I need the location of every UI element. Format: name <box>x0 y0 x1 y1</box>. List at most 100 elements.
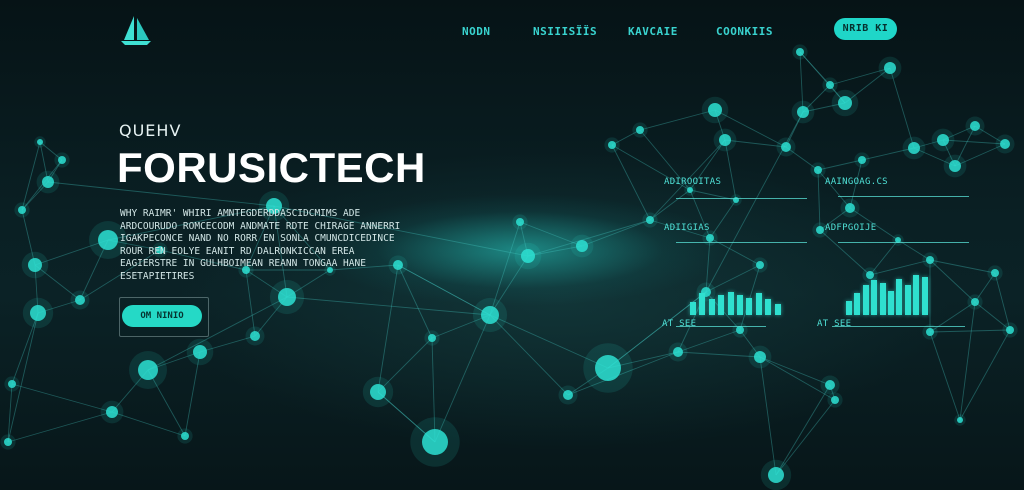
network-node <box>816 226 824 234</box>
nav-link-1[interactable]: NODN <box>462 25 491 38</box>
network-node <box>814 166 822 174</box>
network-link <box>7 411 113 443</box>
chart-bar <box>888 291 894 315</box>
chart-bar <box>896 279 903 315</box>
network-node <box>768 467 784 483</box>
network-link <box>819 229 871 276</box>
network-node <box>937 134 949 146</box>
chart-bar <box>854 293 861 315</box>
hero-eyebrow: QUEHV <box>119 121 182 140</box>
network-node <box>673 347 683 357</box>
network-node <box>826 81 834 89</box>
network-node <box>736 326 744 334</box>
network-link <box>817 169 821 231</box>
network-node <box>563 390 573 400</box>
network-node <box>957 417 963 423</box>
network-link <box>397 264 433 339</box>
network-node <box>797 106 809 118</box>
network-link <box>377 264 399 393</box>
network-node <box>781 142 791 152</box>
stat-label-2: AAINGOAG.CS <box>825 177 888 187</box>
network-node <box>756 261 764 269</box>
chart-bar <box>746 298 753 315</box>
network-node <box>516 218 524 226</box>
network-node <box>42 176 54 188</box>
chart-bar <box>871 280 878 315</box>
network-node <box>37 139 43 145</box>
nav-link-4[interactable]: COONKIIS <box>716 25 773 38</box>
stat-divider-4 <box>838 242 969 243</box>
network-node <box>884 62 896 74</box>
network-node <box>75 295 85 305</box>
chart-bar <box>755 293 762 315</box>
network-node <box>991 269 999 277</box>
network-node <box>838 96 852 110</box>
network-link <box>286 296 491 316</box>
chart-bar <box>699 293 706 315</box>
network-node <box>754 351 766 363</box>
network-link <box>889 67 915 149</box>
network-node <box>908 142 920 154</box>
network-link <box>929 329 1011 333</box>
nav-link-2[interactable]: NSIIISÏÏS <box>533 25 597 38</box>
chart-baseline-right <box>832 326 965 327</box>
signup-button[interactable]: NRIB KI <box>834 18 897 40</box>
network-node <box>845 203 855 213</box>
chart-bar <box>718 295 725 315</box>
network-node <box>646 216 654 224</box>
network-node <box>18 206 26 214</box>
sailboat-logo-icon[interactable] <box>118 14 154 46</box>
network-link <box>959 329 1011 421</box>
network-node <box>370 384 386 400</box>
chart-bar <box>846 301 852 315</box>
chart-bar <box>921 277 928 315</box>
network-node <box>706 234 714 242</box>
chart-bar <box>774 304 781 315</box>
stat-label-1: ADIROOITAS <box>664 177 722 187</box>
network-node <box>98 230 118 250</box>
chart-bar <box>690 302 696 315</box>
network-node <box>8 380 16 388</box>
network-node <box>138 360 158 380</box>
network-node <box>521 249 535 263</box>
network-link <box>759 356 777 476</box>
stat-divider-3 <box>676 242 807 243</box>
chart-bar <box>904 285 911 315</box>
network-node <box>1006 326 1014 334</box>
network-node <box>193 345 207 359</box>
network-node <box>481 306 499 324</box>
chart-bar <box>765 299 772 315</box>
network-link <box>929 259 996 274</box>
network-node <box>825 380 835 390</box>
network-link <box>929 301 976 333</box>
chart-bar <box>737 295 743 315</box>
stat-divider-2 <box>838 196 969 197</box>
hero-title: FORUSICTECH <box>117 144 426 191</box>
network-link <box>11 383 113 413</box>
chart-bar <box>727 292 734 315</box>
chart-label-left: AT SEE <box>662 319 697 329</box>
chart-bar <box>879 283 886 315</box>
network-node <box>636 126 644 134</box>
network-node <box>949 160 961 172</box>
network-node <box>428 334 436 342</box>
network-link <box>959 301 976 421</box>
network-node <box>796 48 804 56</box>
network-node <box>278 288 296 306</box>
network-node <box>576 240 588 252</box>
network-node <box>926 256 934 264</box>
network-link <box>775 384 831 476</box>
network-node <box>58 156 66 164</box>
network-node <box>1000 139 1010 149</box>
network-node <box>708 103 722 117</box>
network-node <box>858 156 866 164</box>
chart-baseline-left <box>676 326 766 327</box>
network-node <box>687 187 693 193</box>
network-node <box>106 406 118 418</box>
network-link <box>929 259 976 303</box>
network-link <box>929 331 961 421</box>
network-node <box>250 331 260 341</box>
nav-link-3[interactable]: KAVCAIE <box>628 25 678 38</box>
network-node <box>971 298 979 306</box>
cta-button[interactable]: OM NINIO <box>122 305 202 327</box>
